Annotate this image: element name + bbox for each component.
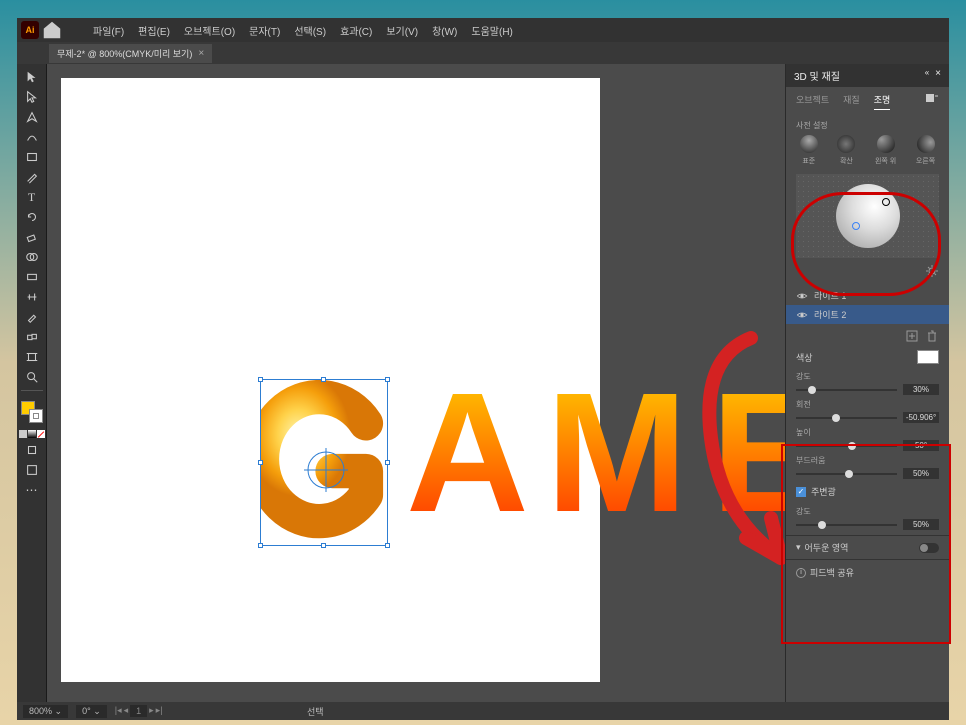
- menu-view[interactable]: 보기(V): [380, 20, 424, 41]
- rotation-slider: 회전 -50.906°: [786, 396, 949, 424]
- drawing-mode-normal[interactable]: [21, 441, 43, 459]
- artboard-tool[interactable]: [21, 348, 43, 366]
- tab-object[interactable]: 오브젝트: [796, 93, 829, 110]
- intensity-value[interactable]: 30%: [903, 384, 939, 395]
- center-crosshair-icon: [304, 448, 348, 492]
- curvature-tool[interactable]: [21, 128, 43, 146]
- artboard-nav[interactable]: |◂◂1▸▸|: [115, 705, 163, 717]
- fill-stroke-swatch[interactable]: [19, 399, 45, 425]
- intensity-slider-track[interactable]: [796, 389, 897, 391]
- stroke-swatch[interactable]: [29, 409, 43, 423]
- gradient-tool[interactable]: [21, 268, 43, 286]
- home-button[interactable]: [41, 21, 63, 39]
- eye-icon[interactable]: [796, 292, 808, 300]
- rotation-dropdown[interactable]: 0° ⌄: [76, 705, 107, 718]
- app-window: Ai 파일(F) 편집(E) 오브젝트(O) 문자(T) 선택(S) 효과(C)…: [17, 18, 949, 720]
- shape-builder-tool[interactable]: [21, 248, 43, 266]
- panel-collapse-icon[interactable]: «: [925, 68, 929, 83]
- letter-a: A: [406, 368, 529, 538]
- status-bar: 800% ⌄ 0° ⌄ |◂◂1▸▸| 선택: [17, 702, 949, 720]
- color-label: 색상: [796, 351, 813, 364]
- light-color-swatch[interactable]: [917, 350, 939, 364]
- light-item-2[interactable]: 라이트 2: [786, 305, 949, 324]
- screen-mode[interactable]: [21, 461, 43, 479]
- annotation-rectangle: [781, 444, 951, 644]
- app-logo: Ai: [21, 21, 39, 39]
- menu-select[interactable]: 선택(S): [288, 20, 332, 41]
- menu-edit[interactable]: 편집(E): [132, 20, 176, 41]
- zoom-tool[interactable]: [21, 368, 43, 386]
- blend-tool[interactable]: [21, 328, 43, 346]
- panel-title-bar[interactable]: 3D 및 재질 « ×: [786, 64, 949, 87]
- canvas-area[interactable]: A M E: [47, 64, 785, 702]
- color-row: 색상: [786, 346, 949, 368]
- eraser-tool[interactable]: [21, 228, 43, 246]
- eyedropper-tool[interactable]: [21, 308, 43, 326]
- menu-help[interactable]: 도움말(H): [465, 20, 518, 41]
- tab-lighting[interactable]: 조명: [874, 93, 891, 110]
- width-tool[interactable]: [21, 288, 43, 306]
- artboard: A M E: [61, 78, 600, 682]
- document-tabbar: 무제-2* @ 800%(CMYK/미리 보기) ×: [17, 42, 949, 64]
- rotate-tool[interactable]: [21, 208, 43, 226]
- delete-light-button[interactable]: [925, 329, 939, 343]
- paintbrush-tool[interactable]: [21, 168, 43, 186]
- tab-close-button[interactable]: ×: [198, 48, 204, 59]
- rotation-slider-track[interactable]: [796, 417, 897, 419]
- panel-close-icon[interactable]: ×: [935, 68, 941, 83]
- tab-title: 무제-2* @ 800%(CMYK/미리 보기): [57, 47, 192, 60]
- pen-tool[interactable]: [21, 108, 43, 126]
- panel-title-text: 3D 및 재질: [794, 68, 840, 83]
- menu-file[interactable]: 파일(F): [87, 20, 130, 41]
- preset-topleft[interactable]: 왼쪽 위: [875, 135, 896, 166]
- menu-window[interactable]: 창(W): [426, 20, 463, 41]
- color-mode-row[interactable]: [19, 429, 45, 439]
- preset-section: 사전 설정 표준 확산 왼쪽 위 오른쪽: [786, 114, 949, 168]
- type-tool[interactable]: T: [21, 188, 43, 206]
- panel-render-icon[interactable]: [925, 93, 939, 110]
- toolbar-divider: [21, 390, 43, 391]
- preset-standard[interactable]: 표준: [800, 135, 818, 166]
- panel-tabs: 오브젝트 재질 조명: [786, 87, 949, 114]
- eye-icon[interactable]: [796, 311, 808, 319]
- add-light-button[interactable]: [905, 329, 919, 343]
- preset-label: 사전 설정: [796, 120, 939, 131]
- zoom-dropdown[interactable]: 800% ⌄: [23, 705, 68, 718]
- direct-selection-tool[interactable]: [21, 88, 43, 106]
- tab-material[interactable]: 재질: [843, 93, 860, 110]
- rectangle-tool[interactable]: [21, 148, 43, 166]
- edit-toolbar[interactable]: ⋯: [21, 481, 43, 499]
- main-area: T ⋯: [17, 64, 949, 702]
- selection-tool[interactable]: [21, 68, 43, 86]
- document-tab[interactable]: 무제-2* @ 800%(CMYK/미리 보기) ×: [49, 44, 212, 63]
- tools-panel: T ⋯: [17, 64, 47, 702]
- current-tool-label: 선택: [307, 705, 324, 718]
- annotation-circle: [791, 192, 941, 296]
- intensity-slider: 강도 30%: [786, 368, 949, 396]
- preset-diffuse[interactable]: 확산: [837, 135, 855, 166]
- rotation-value[interactable]: -50.906°: [903, 412, 939, 423]
- menu-object[interactable]: 오브젝트(O): [178, 20, 241, 41]
- 3d-materials-panel: 3D 및 재질 « × 오브젝트 재질 조명 사전 설정 표준 확산: [785, 64, 949, 702]
- menubar: Ai 파일(F) 편집(E) 오브젝트(O) 문자(T) 선택(S) 효과(C)…: [17, 18, 949, 42]
- annotation-arrow: [631, 318, 785, 578]
- menu-effect[interactable]: 효과(C): [334, 20, 378, 41]
- menu-type[interactable]: 문자(T): [243, 20, 286, 41]
- preset-right[interactable]: 오른쪽: [916, 135, 935, 166]
